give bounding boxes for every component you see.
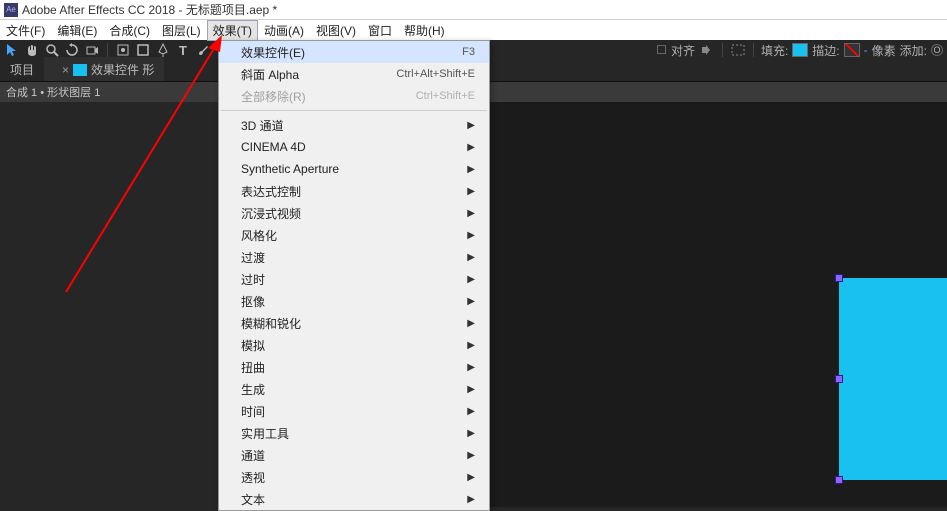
window-title: Adobe After Effects CC 2018 - 无标题项目.aep … <box>22 1 277 18</box>
dd-remove-all: 全部移除(R) Ctrl+Shift+E <box>219 85 489 107</box>
snap-label: 对齐 <box>671 42 695 59</box>
dd-utility[interactable]: 实用工具▶ <box>219 422 489 444</box>
type-tool-icon[interactable]: T <box>175 42 191 58</box>
add-dropdown-icon[interactable]: O <box>931 44 943 56</box>
menu-bar: 文件(F) 编辑(E) 合成(C) 图层(L) 效果(T) 动画(A) 视图(V… <box>0 20 947 40</box>
zoom-tool-icon[interactable] <box>44 42 60 58</box>
handle-bl[interactable] <box>835 476 843 484</box>
dd-cinema-4d[interactable]: CINEMA 4D▶ <box>219 136 489 158</box>
dd-perspective[interactable]: 透视▶ <box>219 466 489 488</box>
stroke-width-dash[interactable]: - <box>864 43 868 57</box>
dd-3d-channel[interactable]: 3D 通道▶ <box>219 114 489 136</box>
menu-layer[interactable]: 图层(L) <box>156 20 207 41</box>
dd-channel[interactable]: 通道▶ <box>219 444 489 466</box>
snapping-icon[interactable] <box>699 42 715 58</box>
dd-synthetic-aperture[interactable]: Synthetic Aperture▶ <box>219 158 489 180</box>
pan-behind-tool-icon[interactable] <box>115 42 131 58</box>
menu-composition[interactable]: 合成(C) <box>103 20 156 41</box>
dd-time[interactable]: 时间▶ <box>219 400 489 422</box>
tab-effect-controls-label: 效果控件 形 <box>91 61 154 78</box>
snap-checkbox[interactable]: ☐ <box>656 43 667 57</box>
brush-tool-icon[interactable] <box>195 42 211 58</box>
dd-immersive-video[interactable]: 沉浸式视频▶ <box>219 202 489 224</box>
tab-close-icon[interactable]: × <box>62 63 69 77</box>
dd-generate[interactable]: 生成▶ <box>219 378 489 400</box>
menu-file[interactable]: 文件(F) <box>0 20 51 41</box>
handle-ml[interactable] <box>835 375 843 383</box>
selection-tool-icon[interactable] <box>4 42 20 58</box>
dd-transition[interactable]: 过渡▶ <box>219 246 489 268</box>
handle-tl[interactable] <box>835 274 843 282</box>
menu-window[interactable]: 窗口 <box>362 20 398 41</box>
add-label: 添加: <box>900 42 927 59</box>
stroke-swatch[interactable] <box>844 43 860 57</box>
stroke-px-unit: 像素 <box>872 42 896 59</box>
dd-blur-sharpen[interactable]: 模糊和锐化▶ <box>219 312 489 334</box>
dd-obsolete[interactable]: 过时▶ <box>219 268 489 290</box>
tab-project[interactable]: 项目 <box>0 57 44 81</box>
app-icon: Ae <box>4 3 18 17</box>
layer-chip-icon <box>73 64 87 76</box>
dd-bevel-alpha[interactable]: 斜面 Alpha Ctrl+Alt+Shift+E <box>219 63 489 85</box>
panel-header-label: 合成 1 • 形状图层 1 <box>6 84 100 100</box>
left-panel <box>0 102 220 507</box>
shape-layer-rect[interactable] <box>839 278 947 480</box>
dd-stylize[interactable]: 风格化▶ <box>219 224 489 246</box>
menu-animation[interactable]: 动画(A) <box>258 20 310 41</box>
dd-keying[interactable]: 抠像▶ <box>219 290 489 312</box>
rotate-tool-icon[interactable] <box>64 42 80 58</box>
effect-dropdown: 效果控件(E) F3 斜面 Alpha Ctrl+Alt+Shift+E 全部移… <box>218 40 490 511</box>
fill-swatch[interactable] <box>792 43 808 57</box>
menu-view[interactable]: 视图(V) <box>310 20 362 41</box>
menu-effect[interactable]: 效果(T) <box>207 20 258 41</box>
selection-bounds-icon[interactable] <box>730 42 746 58</box>
tab-effect-controls[interactable]: × 效果控件 形 <box>44 57 164 81</box>
menu-help[interactable]: 帮助(H) <box>398 20 451 41</box>
dd-distort[interactable]: 扭曲▶ <box>219 356 489 378</box>
shape-tool-icon[interactable] <box>135 42 151 58</box>
dd-expression-controls[interactable]: 表达式控制▶ <box>219 180 489 202</box>
menu-edit[interactable]: 编辑(E) <box>51 20 103 41</box>
pen-tool-icon[interactable] <box>155 42 171 58</box>
hand-tool-icon[interactable] <box>24 42 40 58</box>
dd-simulation[interactable]: 模拟▶ <box>219 334 489 356</box>
fill-label: 填充: <box>761 42 788 59</box>
dd-effect-controls[interactable]: 效果控件(E) F3 <box>219 41 489 63</box>
stroke-label: 描边: <box>812 42 839 59</box>
title-bar: Ae Adobe After Effects CC 2018 - 无标题项目.a… <box>0 0 947 20</box>
unified-camera-tool-icon[interactable] <box>84 42 100 58</box>
